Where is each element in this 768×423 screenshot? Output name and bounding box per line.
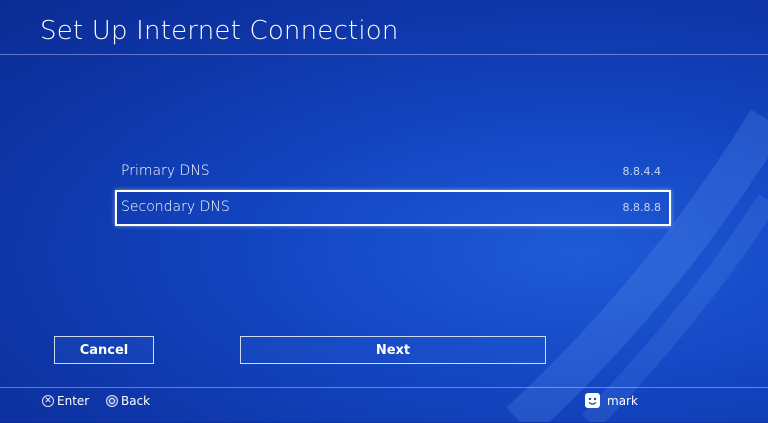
cancel-button[interactable]: Cancel (54, 336, 154, 364)
secondary-dns-row[interactable]: Secondary DNS 8.8.8.8 (115, 190, 671, 226)
back-hint: Back (106, 394, 150, 408)
cross-button-icon: ✕ (42, 395, 54, 407)
enter-hint: ✕ Enter (42, 394, 89, 408)
secondary-dns-value: 8.8.8.8 (622, 201, 661, 214)
dns-settings-list: Primary DNS 8.8.4.4 Secondary DNS 8.8.8.… (115, 154, 671, 226)
user-name: mark (607, 393, 638, 408)
enter-hint-label: Enter (57, 394, 90, 408)
back-hint-label: Back (121, 394, 151, 408)
next-button[interactable]: Next (240, 336, 546, 364)
primary-dns-row[interactable]: Primary DNS 8.8.4.4 (115, 154, 671, 190)
avatar-icon (585, 393, 600, 408)
user-info: mark (585, 393, 638, 408)
footer-bar: ✕ Enter Back mark (0, 387, 768, 423)
page-title: Set Up Internet Connection (40, 16, 399, 46)
primary-dns-label: Primary DNS (121, 163, 210, 179)
header-bar: Set Up Internet Connection (0, 0, 768, 55)
secondary-dns-label: Secondary DNS (121, 199, 230, 215)
primary-dns-value: 8.8.4.4 (622, 165, 661, 178)
circle-button-icon (106, 395, 118, 407)
